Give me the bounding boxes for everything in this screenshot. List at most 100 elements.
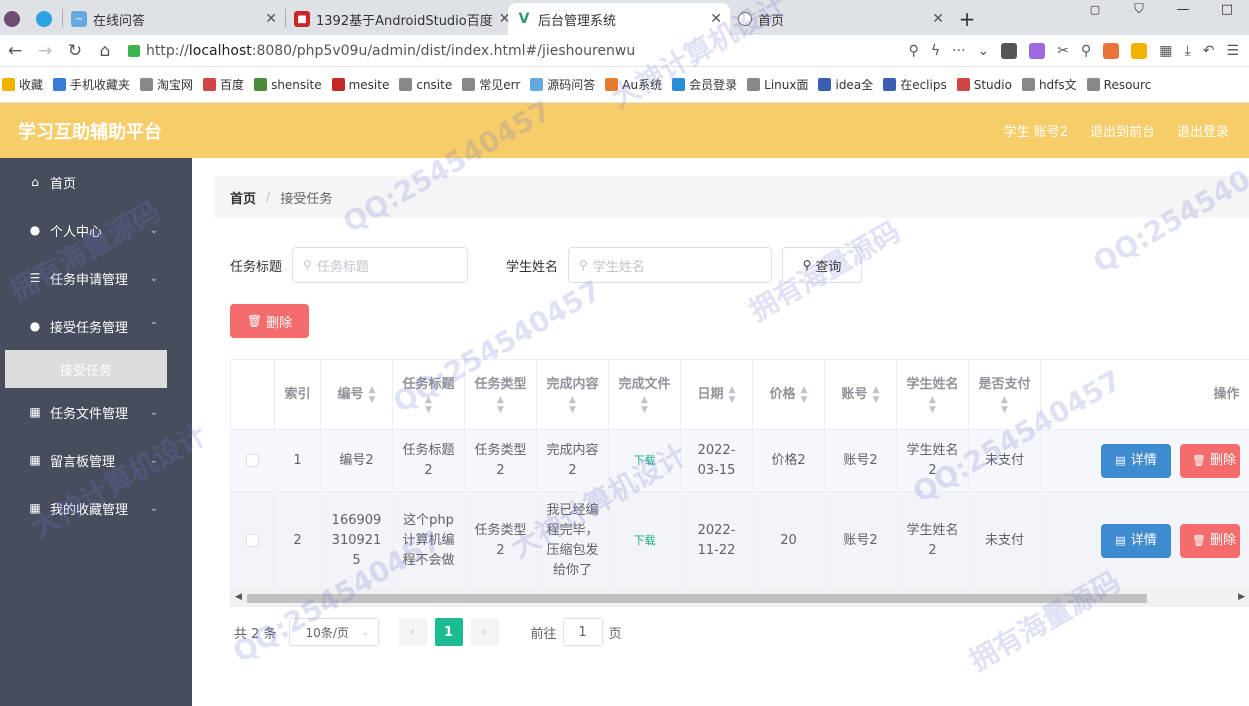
row-checkbox[interactable] <box>246 454 259 467</box>
sidebar-item-profile[interactable]: ● 个人中心 ⌄ <box>0 206 192 254</box>
bookmark-item[interactable]: Au系统 <box>605 76 662 93</box>
query-button[interactable]: ⚲ 查询 <box>782 247 863 283</box>
undo-icon[interactable]: ↶ <box>1203 43 1215 59</box>
close-icon[interactable]: ✕ <box>926 11 944 27</box>
next-page-button[interactable]: › <box>470 618 499 646</box>
tab-admin-system[interactable]: V 后台管理系统 ✕ <box>508 3 730 35</box>
tab-online-qa[interactable]: ~ 在线问答 ✕ <box>63 3 285 35</box>
bookmark-item[interactable]: shensite <box>254 78 322 92</box>
shield-icon[interactable] <box>1131 42 1148 59</box>
header-code[interactable]: 编号 ▲ ▼ <box>321 360 393 430</box>
scroll-right-icon[interactable]: ▶ <box>1238 592 1245 602</box>
download-link[interactable]: 下载 <box>634 451 656 471</box>
bookmark-item[interactable]: idea全 <box>818 76 873 93</box>
bookmark-item[interactable]: 在eclips <box>883 76 947 93</box>
sort-icon[interactable]: ▲ ▼ <box>425 395 432 415</box>
menu-icon[interactable]: ☰ <box>1226 43 1239 59</box>
sort-icon[interactable]: ▲ ▼ <box>729 385 736 405</box>
scrollbar-thumb[interactable] <box>247 594 1147 603</box>
bookmark-item[interactable]: 常见err <box>462 76 520 93</box>
close-icon[interactable]: ✕ <box>704 11 722 27</box>
game-icon[interactable] <box>1103 42 1120 59</box>
back-icon[interactable]: ← <box>0 41 30 61</box>
header-file[interactable]: 完成文件 ▲ ▼ <box>609 360 681 430</box>
bookmark-item[interactable]: 会员登录 <box>672 76 737 93</box>
detail-button[interactable]: ▤ 详情 <box>1101 523 1171 558</box>
translate-icon[interactable] <box>1029 42 1046 59</box>
header-date[interactable]: 日期 ▲ ▼ <box>681 360 753 430</box>
forward-icon[interactable]: → <box>30 41 60 61</box>
url-field[interactable]: http://localhost:8080/php5v09u/admin/dis… <box>128 43 635 59</box>
sort-icon[interactable]: ▲ ▼ <box>569 395 576 415</box>
row-checkbox[interactable] <box>246 534 259 547</box>
header-student[interactable]: 学生姓名 ▲ ▼ <box>897 360 969 430</box>
sidebar-item-task-files[interactable]: ▦ 任务文件管理 ⌄ <box>0 388 192 436</box>
telegram-icon[interactable] <box>36 11 52 27</box>
header-paid[interactable]: 是否支付 ▲ ▼ <box>969 360 1041 430</box>
download-icon[interactable]: ⤓ <box>1185 43 1191 59</box>
zoom-icon[interactable]: ⚲ <box>909 43 919 59</box>
sort-icon[interactable]: ▲ ▼ <box>641 395 648 415</box>
minimize-icon[interactable]: — <box>1161 2 1205 17</box>
scissors-icon[interactable]: ✂ <box>1057 43 1069 59</box>
bookmark-item[interactable]: Studio <box>956 78 1012 92</box>
bookmark-item[interactable]: mesite <box>331 78 389 92</box>
logout-link[interactable]: 退出登录 <box>1177 121 1229 140</box>
bookmark-item[interactable]: cnsite <box>399 78 452 92</box>
close-icon[interactable]: ✕ <box>259 11 277 27</box>
row-delete-button[interactable]: 🗑 删除 <box>1180 443 1240 478</box>
batch-delete-button[interactable]: 🗑 删除 <box>230 304 309 338</box>
bookmark-item[interactable]: Resourc <box>1086 78 1151 92</box>
bookmark-item[interactable]: 淘宝网 <box>140 76 193 93</box>
header-account[interactable]: 账号 ▲ ▼ <box>825 360 897 430</box>
tab-home[interactable]: 首页 ✕ <box>730 3 952 35</box>
sidebar-subitem-accept-task[interactable]: 接受任务 <box>5 350 167 388</box>
search-icon[interactable]: ⚲ <box>1081 43 1091 59</box>
sort-icon[interactable]: ▲ ▼ <box>801 385 808 405</box>
bookmark-item[interactable]: 源码问答 <box>530 76 595 93</box>
header-price[interactable]: 价格 ▲ ▼ <box>753 360 825 430</box>
breadcrumb-home[interactable]: 首页 <box>230 188 256 207</box>
maximize-icon[interactable]: □ <box>1205 2 1249 17</box>
header-type[interactable]: 任务类型 ▲ ▼ <box>465 360 537 430</box>
sort-icon[interactable]: ▲ ▼ <box>873 385 880 405</box>
sidebar-item-accepted-tasks[interactable]: ● 接受任务管理 ⌃ <box>0 302 192 350</box>
bookmark-item[interactable]: 收藏 <box>2 76 43 93</box>
home-icon[interactable]: ⌂ <box>90 41 120 61</box>
shirt-icon[interactable]: ⛉ <box>1117 2 1161 17</box>
page-number-current[interactable]: 1 <box>434 618 463 646</box>
header-title[interactable]: 任务标题 ▲ ▼ <box>393 360 465 430</box>
bookmark-item[interactable]: 百度 <box>203 76 244 93</box>
sort-icon[interactable]: ▲ ▼ <box>1001 395 1008 415</box>
tab-count-icon[interactable]: ▢ <box>1073 3 1117 16</box>
bookmark-item[interactable]: 手机收藏夹 <box>53 76 130 93</box>
scroll-left-icon[interactable]: ◀ <box>235 592 242 602</box>
close-icon[interactable]: ✕ <box>493 11 508 27</box>
profile-avatar[interactable] <box>4 11 20 27</box>
row-delete-button[interactable]: 🗑 删除 <box>1180 523 1240 558</box>
chevron-down-icon[interactable]: ⌄ <box>978 43 990 59</box>
exit-to-front-link[interactable]: 退出到前台 <box>1090 121 1155 140</box>
lightning-icon[interactable]: ϟ <box>931 43 940 59</box>
sidebar-item-favorites[interactable]: ▦ 我的收藏管理 ⌄ <box>0 484 192 532</box>
header-content[interactable]: 完成内容 ▲ ▼ <box>537 360 609 430</box>
title-search-input[interactable]: ⚲ 任务标题 <box>292 247 469 283</box>
reload-icon[interactable]: ↻ <box>60 41 90 61</box>
extension-icon[interactable] <box>1001 42 1018 59</box>
bookmark-item[interactable]: Linux面 <box>747 76 808 93</box>
bookmark-item[interactable]: hdfs文 <box>1021 76 1077 93</box>
new-tab-button[interactable]: + <box>952 3 982 35</box>
sort-icon[interactable]: ▲ ▼ <box>497 395 504 415</box>
prev-page-button[interactable]: ‹ <box>398 618 427 646</box>
sidebar-item-task-application[interactable]: ☰ 任务申请管理 ⌄ <box>0 254 192 302</box>
sidebar-item-message-board[interactable]: ▦ 留言板管理 ⌄ <box>0 436 192 484</box>
page-size-select[interactable]: 10条/页 ⌄ <box>288 618 379 646</box>
goto-page-input[interactable]: 1 <box>562 618 603 646</box>
sidebar-item-home[interactable]: ⌂ 首页 <box>0 158 192 206</box>
sort-icon[interactable]: ▲ ▼ <box>369 385 376 405</box>
download-link[interactable]: 下载 <box>634 531 656 551</box>
tab-android-studio[interactable]: ■ 1392基于AndroidStudio百度 ✕ <box>286 3 508 35</box>
more-icon[interactable]: ··· <box>952 43 965 59</box>
detail-button[interactable]: ▤ 详情 <box>1101 443 1171 478</box>
horizontal-scrollbar[interactable]: ◀ ▶ <box>231 590 1249 606</box>
